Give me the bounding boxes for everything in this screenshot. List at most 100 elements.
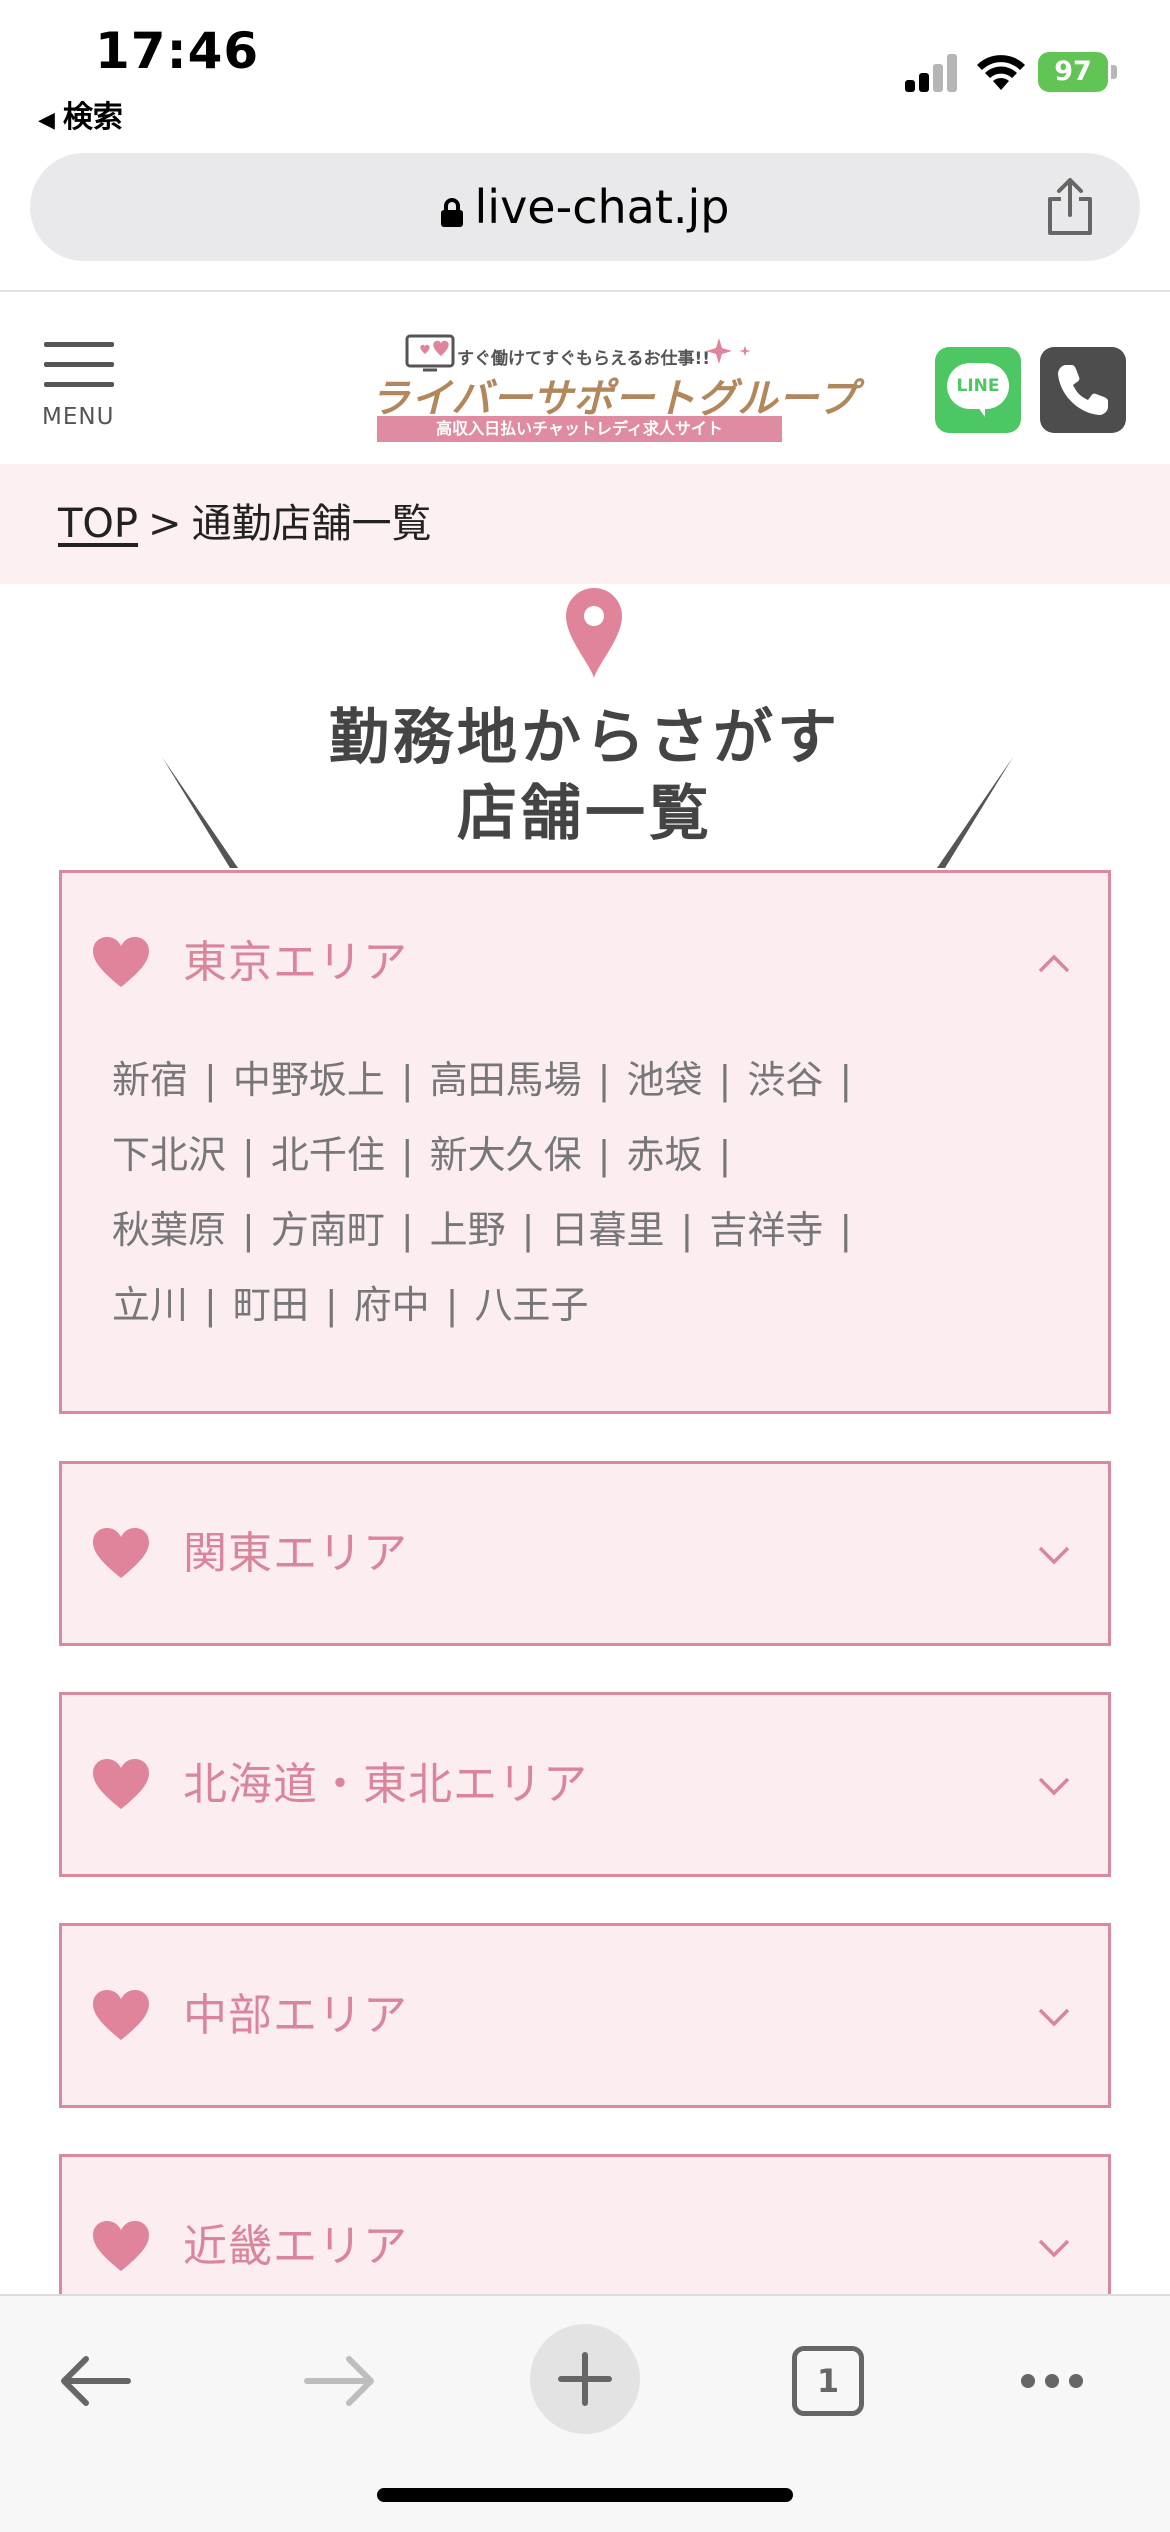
area-title: 東京エリア: [183, 937, 408, 988]
chevron-down-icon: [1038, 1777, 1070, 1796]
browser-address-area: live-chat.jp: [0, 140, 1170, 292]
site-logo[interactable]: すぐ働けてすぐもらえるお仕事!! ライバーサポートグループ 高収入日払いチャット…: [365, 332, 857, 452]
phone-icon: [1058, 365, 1108, 415]
station-separator: |: [839, 1058, 853, 1102]
menu-button[interactable]: MENU: [42, 342, 118, 430]
station-link[interactable]: 上野: [430, 1208, 506, 1252]
station-separator: |: [400, 1058, 414, 1102]
back-triangle-icon: ◀: [38, 108, 55, 133]
station-link[interactable]: 北千住: [271, 1133, 385, 1177]
area-chubu-header[interactable]: 中部エリア: [62, 1926, 1108, 2106]
station-link[interactable]: 日暮里: [550, 1208, 664, 1252]
breadcrumb-current: 通勤店舗一覧: [191, 501, 432, 547]
station-link[interactable]: 下北沢: [112, 1133, 226, 1177]
station-separator: |: [242, 1208, 255, 1252]
back-to-search-button[interactable]: ◀ 検索: [38, 92, 123, 136]
address-bar[interactable]: live-chat.jp: [30, 153, 1140, 261]
station-link[interactable]: 新宿: [112, 1058, 188, 1102]
menu-label: MENU: [42, 404, 115, 430]
breadcrumb: TOP > 通勤店舗一覧: [0, 464, 1170, 584]
chevron-down-icon: [1038, 1546, 1070, 1565]
phone-button[interactable]: [1040, 347, 1126, 433]
lock-icon: [440, 198, 463, 227]
map-pin-icon: [566, 588, 622, 678]
station-separator: |: [324, 1283, 338, 1327]
station-separator: |: [680, 1208, 694, 1252]
station-link[interactable]: 方南町: [271, 1208, 385, 1252]
station-separator: |: [718, 1133, 732, 1177]
chevron-down-icon: [1038, 2008, 1070, 2027]
area-hokkaido-tohoku[interactable]: 北海道・東北エリア: [59, 1692, 1111, 1877]
station-link[interactable]: 府中: [354, 1283, 430, 1327]
station-link[interactable]: 赤坂: [626, 1133, 702, 1177]
site-header: MENU すぐ働けてすぐもらえるお仕事!! ライバーサポートグループ 高収入日払…: [0, 292, 1170, 464]
tab-count: 1: [792, 2346, 864, 2416]
station-link[interactable]: 中野坂上: [233, 1058, 385, 1102]
station-link[interactable]: 渋谷: [747, 1058, 823, 1102]
station-row: 立川 | 町田 | 府中 | 八王子: [112, 1268, 1052, 1343]
more-options-icon[interactable]: [1000, 2326, 1110, 2436]
back-label: 検索: [62, 100, 123, 135]
back-arrow-icon[interactable]: [40, 2326, 150, 2436]
logo-subtitle: 高収入日払いチャットレディ求人サイト: [377, 416, 782, 442]
station-link[interactable]: 吉祥寺: [709, 1208, 823, 1252]
station-separator: |: [400, 1208, 414, 1252]
area-tokyo-header[interactable]: 東京エリア: [62, 873, 1108, 1053]
wifi-icon: [977, 55, 1025, 90]
section-title: 勤務地からさがす 店舗一覧: [0, 700, 1170, 852]
station-separator: |: [204, 1283, 217, 1327]
heart-icon: [93, 2221, 149, 2271]
area-chubu[interactable]: 中部エリア: [59, 1923, 1111, 2108]
station-separator: |: [597, 1133, 611, 1177]
sparkle-icon: [706, 338, 751, 364]
station-row: 秋葉原 | 方南町 | 上野 | 日暮里 | 吉祥寺 |: [112, 1193, 1052, 1268]
station-separator: |: [597, 1058, 611, 1102]
station-separator: |: [204, 1058, 217, 1102]
area-kanto-header[interactable]: 関東エリア: [62, 1464, 1108, 1644]
area-title: 関東エリア: [183, 1528, 408, 1579]
area-title: 北海道・東北エリア: [183, 1759, 588, 1810]
chevron-up-icon: [1038, 954, 1070, 973]
section-title-line2: 店舗一覧: [457, 779, 713, 849]
battery-level: 97: [1038, 52, 1108, 92]
heart-icon: [93, 1528, 149, 1578]
status-bar: 17:46 ◀ 検索 97: [0, 0, 1170, 140]
station-separator: |: [445, 1283, 459, 1327]
station-link[interactable]: 秋葉原: [112, 1208, 226, 1252]
station-separator: |: [400, 1133, 414, 1177]
battery-icon: 97: [1038, 52, 1118, 92]
station-link[interactable]: 八王子: [474, 1283, 588, 1327]
hamburger-icon: [44, 342, 114, 347]
station-link[interactable]: 町田: [233, 1283, 309, 1327]
plus-icon: [558, 2352, 612, 2406]
station-separator: |: [839, 1208, 853, 1252]
status-time: 17:46: [95, 22, 260, 80]
url-text: live-chat.jp: [474, 180, 730, 234]
breadcrumb-top-link[interactable]: TOP: [58, 501, 138, 547]
heart-icon: [93, 1990, 149, 2040]
station-link[interactable]: 池袋: [626, 1058, 702, 1102]
station-list: 新宿 | 中野坂上 | 高田馬場 | 池袋 | 渋谷 | 下北沢 | 北千住 | 新大久保 | 赤坂 | 秋葉原 | 方…: [112, 1043, 1052, 1343]
area-kanto[interactable]: 関東エリア: [59, 1461, 1111, 1646]
area-hokkaido-tohoku-header[interactable]: 北海道・東北エリア: [62, 1695, 1108, 1875]
area-title: 中部エリア: [183, 1990, 408, 2041]
station-separator: |: [242, 1133, 255, 1177]
breadcrumb-separator: >: [148, 501, 182, 547]
station-row: 新宿 | 中野坂上 | 高田馬場 | 池袋 | 渋谷 |: [112, 1043, 1052, 1118]
home-indicator: [377, 2488, 793, 2502]
station-link[interactable]: 新大久保: [430, 1133, 582, 1177]
new-tab-button[interactable]: [530, 2324, 640, 2434]
heart-icon: [93, 937, 149, 987]
forward-arrow-icon[interactable]: [285, 2326, 395, 2436]
station-link[interactable]: 高田馬場: [430, 1058, 582, 1102]
cellular-signal-icon: [905, 52, 960, 92]
area-tokyo: 東京エリア 新宿 | 中野坂上 | 高田馬場 | 池袋 | 渋谷 | 下北沢 | 北千住 | 新大久保 | 赤坂…: [59, 870, 1111, 1414]
tabs-button[interactable]: 1: [775, 2326, 885, 2436]
station-separator: |: [521, 1208, 535, 1252]
heart-icon: [93, 1759, 149, 1809]
line-button[interactable]: LINE: [935, 347, 1021, 433]
station-row: 下北沢 | 北千住 | 新大久保 | 赤坂 |: [112, 1118, 1052, 1193]
share-icon[interactable]: [1040, 177, 1100, 237]
chevron-down-icon: [1038, 2239, 1070, 2258]
station-link[interactable]: 立川: [112, 1283, 188, 1327]
